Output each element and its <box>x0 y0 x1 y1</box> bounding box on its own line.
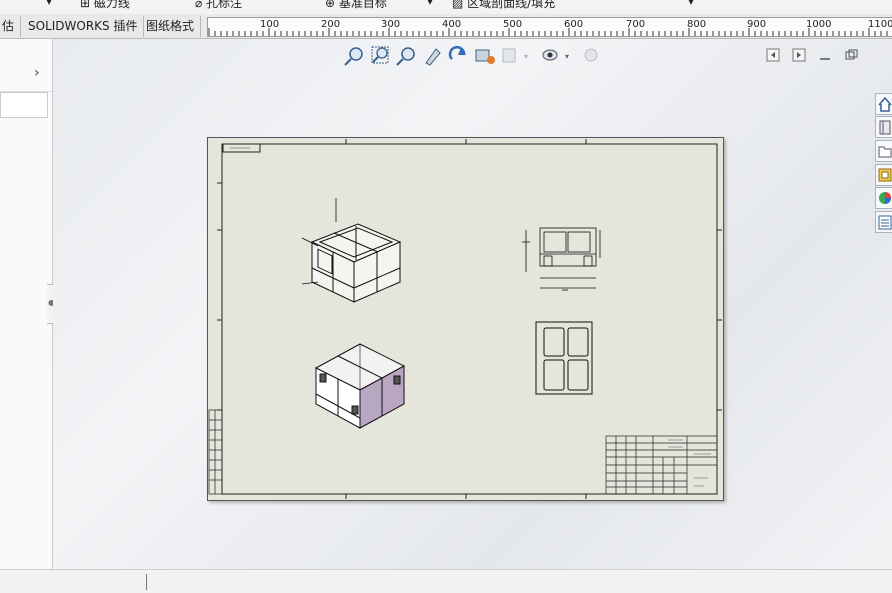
ruler-label-200: 200 <box>321 19 341 30</box>
zone-markers <box>217 139 722 499</box>
magnetic-line-button[interactable]: ⊞ 磁力线 <box>80 0 130 11</box>
ruler-label-400: 400 <box>442 19 462 30</box>
custom-properties-icon[interactable] <box>875 211 892 233</box>
isometric-shaded-view <box>314 343 406 429</box>
next-view-icon[interactable] <box>792 48 806 62</box>
heads-up-view-toolbar: ▾ ▾ <box>344 45 598 66</box>
appearance-icon[interactable] <box>584 48 598 62</box>
dropdown-arrow-icon[interactable]: ▾ <box>688 0 694 8</box>
zoom-previous-icon[interactable] <box>396 47 415 66</box>
top-view-with-dimensions <box>522 227 601 291</box>
pan-icon[interactable] <box>425 48 441 66</box>
ruler-ticks <box>208 28 888 36</box>
view-palette-icon[interactable] <box>875 164 892 186</box>
command-manager-toolbar: ▾ ⊞ 磁力线 ⌀ 孔标注 ⊕ 基准目标 ▾ ▨ 区域剖面线/填充 ▾ <box>0 0 892 15</box>
tab-evaluate[interactable]: 估 <box>0 16 22 37</box>
area-hatch-label: 区域剖面线/填充 <box>467 0 556 10</box>
title-block <box>605 435 718 495</box>
ruler-label-900: 900 <box>747 19 767 30</box>
isometric-wireframe-view <box>301 198 402 303</box>
panel-row[interactable]: › <box>0 59 52 92</box>
left-side-table <box>208 409 223 495</box>
filter-input[interactable] <box>0 92 48 118</box>
display-style-icon[interactable]: ▾ <box>502 48 528 63</box>
datum-target-button[interactable]: ⊕ 基准目标 <box>325 0 387 11</box>
hole-callout-label: 孔标注 <box>206 0 243 10</box>
sheet-drawing <box>208 139 722 499</box>
previous-view-icon[interactable] <box>766 48 780 62</box>
svg-text:▾: ▾ <box>565 52 569 61</box>
status-bar <box>0 569 892 593</box>
drawing-sheet[interactable] <box>207 137 724 501</box>
ruler-label-700: 700 <box>626 19 646 30</box>
sheet-border <box>221 143 718 495</box>
horizontal-ruler: 100 200 300 400 500 600 700 800 900 1000… <box>207 17 892 37</box>
restore-icon[interactable] <box>845 49 858 60</box>
appearances-icon[interactable] <box>875 187 892 209</box>
file-explorer-icon[interactable] <box>875 140 892 162</box>
ruler-label-800: 800 <box>687 19 707 30</box>
status-divider <box>146 574 147 590</box>
zoom-to-fit-icon[interactable] <box>344 47 363 66</box>
area-hatch-button[interactable]: ▨ 区域剖面线/填充 <box>452 0 555 11</box>
feature-manager-panel: › ● <box>0 39 56 569</box>
ruler-label-300: 300 <box>381 19 401 30</box>
rotate-icon[interactable] <box>448 45 466 60</box>
title-block-text-marks <box>668 439 711 487</box>
front-view <box>535 321 593 395</box>
ruler-label-1100: 1100 <box>868 19 892 30</box>
design-library-icon[interactable] <box>875 116 892 138</box>
dropdown-arrow-icon[interactable]: ▾ <box>427 0 433 8</box>
magnetic-line-label: 磁力线 <box>93 0 130 10</box>
ruler-label-1000: 1000 <box>806 19 832 30</box>
hide-show-icon[interactable]: ▾ <box>542 49 569 61</box>
ruler-label-100: 100 <box>260 19 280 30</box>
home-icon[interactable] <box>875 93 892 115</box>
ruler-label-500: 500 <box>503 19 523 30</box>
svg-text:▾: ▾ <box>524 52 528 61</box>
datum-target-label: 基准目标 <box>338 0 387 10</box>
ruler-label-600: 600 <box>564 19 584 30</box>
view-settings-icon[interactable] <box>475 49 495 64</box>
hole-callout-button[interactable]: ⌀ 孔标注 <box>195 0 242 11</box>
tab-sheet-format[interactable]: 图纸格式 <box>140 16 202 37</box>
dropdown-arrow-icon[interactable]: ▾ <box>46 0 52 8</box>
chevron-right-icon[interactable]: › <box>34 65 40 81</box>
window-controls <box>766 48 858 62</box>
tab-solidworks-addins[interactable]: SOLIDWORKS 插件 <box>22 16 145 37</box>
zoom-to-area-icon[interactable] <box>371 46 389 64</box>
